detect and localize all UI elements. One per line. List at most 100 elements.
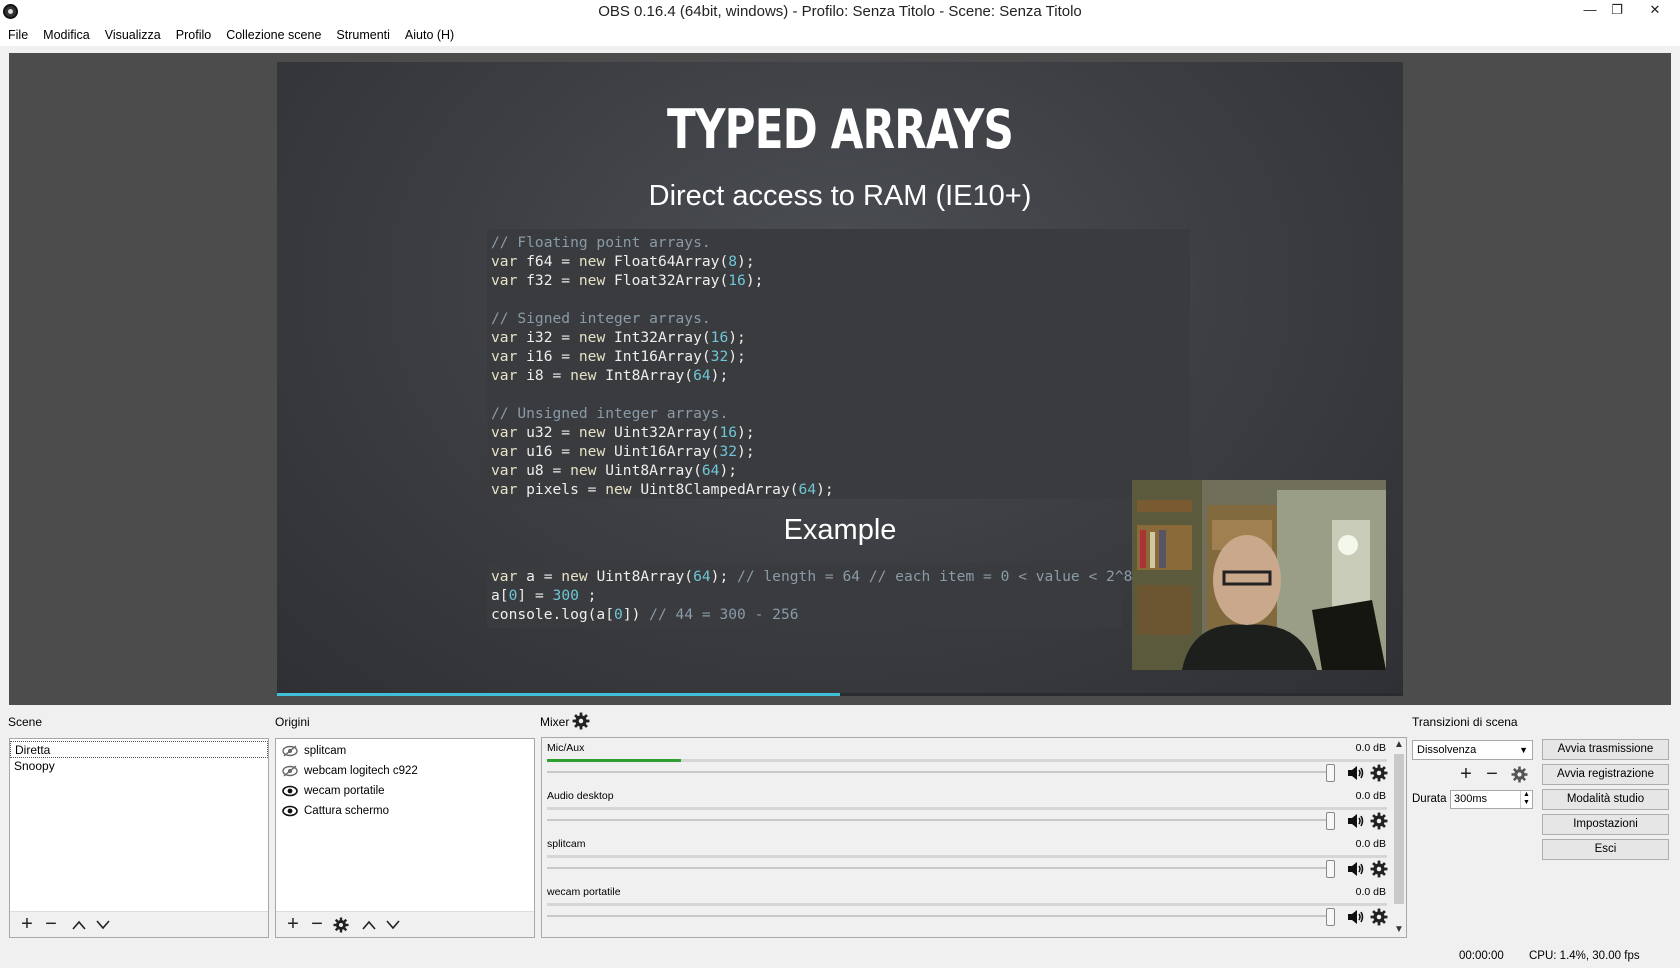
duration-input[interactable]: 300ms ▲ ▼ bbox=[1450, 790, 1533, 809]
status-cpu: CPU: 1.4%, 30.00 fps bbox=[1529, 950, 1640, 962]
move-scene-down-button[interactable] bbox=[92, 914, 114, 936]
add-transition-button[interactable]: + bbox=[1455, 763, 1477, 785]
start-recording-button[interactable]: Avvia registrazione bbox=[1542, 764, 1669, 785]
exit-button[interactable]: Esci bbox=[1542, 839, 1669, 860]
scenes-panel: Diretta Snoopy + − bbox=[9, 738, 269, 938]
preview-area[interactable]: TYPED ARRAYS Direct access to RAM (IE10+… bbox=[9, 53, 1671, 705]
speaker-icon[interactable] bbox=[1346, 812, 1364, 830]
source-item[interactable]: wecam portatile bbox=[276, 781, 534, 801]
channel-name: wecam portatile bbox=[547, 886, 621, 898]
sources-label: Origini bbox=[275, 715, 310, 729]
move-source-up-button[interactable] bbox=[358, 914, 380, 936]
start-streaming-button[interactable]: Avvia trasmissione bbox=[1542, 739, 1669, 760]
menu-file[interactable]: File bbox=[8, 28, 28, 42]
channel-db: 0.0 dB bbox=[1355, 886, 1386, 898]
transition-selected-value: Dissolvenza bbox=[1417, 744, 1477, 756]
menu-aiuto[interactable]: Aiuto (H) bbox=[405, 28, 454, 42]
source-name: webcam logitech c922 bbox=[304, 765, 418, 777]
code-block-typed-arrays: // Floating point arrays. var f64 = new F… bbox=[487, 229, 1190, 499]
move-source-down-button[interactable] bbox=[382, 914, 404, 936]
slide-progress-fill bbox=[277, 693, 840, 696]
volume-meter bbox=[547, 807, 1387, 810]
speaker-icon[interactable] bbox=[1346, 908, 1364, 926]
scroll-down-arrow-icon[interactable]: ▼ bbox=[1392, 923, 1406, 937]
eye-hidden-icon[interactable] bbox=[282, 745, 298, 757]
source-item[interactable]: splitcam bbox=[276, 741, 534, 761]
spin-arrows-icon[interactable]: ▲ ▼ bbox=[1520, 791, 1532, 808]
scroll-up-arrow-icon[interactable]: ▲ bbox=[1392, 738, 1406, 752]
source-name: splitcam bbox=[304, 745, 347, 757]
speaker-icon[interactable] bbox=[1346, 764, 1364, 782]
transition-select[interactable]: Dissolvenza ▼ bbox=[1412, 740, 1533, 760]
mixer-channel-splitcam: splitcam 0.0 dB bbox=[546, 836, 1388, 884]
volume-slider[interactable] bbox=[547, 771, 1331, 773]
scrollbar-thumb[interactable] bbox=[1394, 754, 1404, 904]
remove-transition-button[interactable]: − bbox=[1481, 763, 1503, 785]
menu-profilo[interactable]: Profilo bbox=[176, 28, 211, 42]
close-button[interactable]: ✕ bbox=[1640, 0, 1670, 22]
webcam-overlay bbox=[1132, 480, 1386, 670]
gear-icon[interactable] bbox=[1370, 812, 1388, 830]
channel-name: splitcam bbox=[547, 838, 586, 850]
volume-meter bbox=[547, 855, 1387, 858]
mixer-label: Mixer bbox=[540, 715, 570, 729]
menu-visualizza[interactable]: Visualizza bbox=[105, 28, 161, 42]
remove-scene-button[interactable]: − bbox=[40, 913, 62, 936]
scenes-label: Scene bbox=[8, 715, 43, 729]
add-source-button[interactable]: + bbox=[282, 913, 304, 936]
volume-slider[interactable] bbox=[547, 819, 1331, 821]
mixer-settings-gear-icon[interactable] bbox=[572, 712, 590, 730]
eye-icon[interactable] bbox=[282, 805, 298, 817]
channel-db: 0.0 dB bbox=[1355, 838, 1386, 850]
speaker-icon[interactable] bbox=[1346, 860, 1364, 878]
mixer-channel-mic-aux: Mic/Aux 0.0 dB bbox=[546, 740, 1388, 788]
volume-meter-fill bbox=[547, 759, 682, 762]
source-name: Cattura schermo bbox=[304, 805, 390, 817]
channel-name: Mic/Aux bbox=[547, 742, 585, 754]
volume-slider[interactable] bbox=[547, 867, 1331, 869]
window-title: OBS 0.16.4 (64bit, windows) - Profilo: S… bbox=[598, 3, 1082, 20]
duration-value: 300ms bbox=[1454, 793, 1488, 805]
minimize-button[interactable]: — bbox=[1575, 0, 1605, 22]
scene-item-diretta[interactable]: Diretta bbox=[10, 741, 268, 758]
volume-slider-handle[interactable] bbox=[1326, 908, 1335, 926]
channel-name: Audio desktop bbox=[547, 790, 614, 802]
source-properties-button[interactable] bbox=[330, 914, 352, 936]
restore-button[interactable]: ❐ bbox=[1602, 0, 1632, 22]
presentation-slide: TYPED ARRAYS Direct access to RAM (IE10+… bbox=[277, 62, 1403, 696]
mixer-scrollbar[interactable]: ▲ ▼ bbox=[1392, 738, 1406, 937]
mixer-channel-wecam-portatile: wecam portatile 0.0 dB bbox=[546, 884, 1388, 932]
settings-button[interactable]: Impostazioni bbox=[1542, 814, 1669, 835]
source-item[interactable]: Cattura schermo bbox=[276, 801, 534, 821]
source-name: wecam portatile bbox=[304, 785, 385, 797]
add-scene-button[interactable]: + bbox=[16, 913, 38, 936]
slide-subtitle: Direct access to RAM (IE10+) bbox=[648, 180, 1032, 212]
menu-bar: File Modifica Visualizza Profilo Collezi… bbox=[0, 24, 1680, 46]
eye-hidden-icon[interactable] bbox=[282, 765, 298, 777]
gear-icon bbox=[333, 917, 349, 932]
volume-slider-handle[interactable] bbox=[1326, 812, 1335, 830]
menu-modifica[interactable]: Modifica bbox=[43, 28, 90, 42]
studio-mode-button[interactable]: Modalità studio bbox=[1542, 789, 1669, 810]
scene-item-snoopy[interactable]: Snoopy bbox=[10, 758, 268, 775]
gear-icon[interactable] bbox=[1370, 908, 1388, 926]
mixer-panel: Mic/Aux 0.0 dB Audio desktop 0.0 dB spli… bbox=[541, 737, 1407, 938]
transition-properties-gear-icon[interactable] bbox=[1508, 766, 1530, 788]
duration-label: Durata bbox=[1412, 793, 1447, 805]
sources-panel: splitcam webcam logitech c922 wecam port… bbox=[275, 738, 535, 938]
volume-slider-handle[interactable] bbox=[1326, 764, 1335, 782]
remove-source-button[interactable]: − bbox=[306, 913, 328, 936]
move-scene-up-button[interactable] bbox=[68, 914, 90, 936]
source-item[interactable]: webcam logitech c922 bbox=[276, 761, 534, 781]
channel-db: 0.0 dB bbox=[1355, 790, 1386, 802]
menu-collezione-scene[interactable]: Collezione scene bbox=[226, 28, 321, 42]
gear-icon[interactable] bbox=[1370, 764, 1388, 782]
volume-slider-handle[interactable] bbox=[1326, 860, 1335, 878]
status-time: 00:00:00 bbox=[1459, 950, 1504, 962]
volume-meter bbox=[547, 903, 1387, 906]
gear-icon[interactable] bbox=[1370, 860, 1388, 878]
eye-icon[interactable] bbox=[282, 785, 298, 797]
menu-strumenti[interactable]: Strumenti bbox=[336, 28, 390, 42]
volume-slider[interactable] bbox=[547, 915, 1331, 917]
slide-title: TYPED ARRAYS bbox=[666, 98, 1014, 161]
